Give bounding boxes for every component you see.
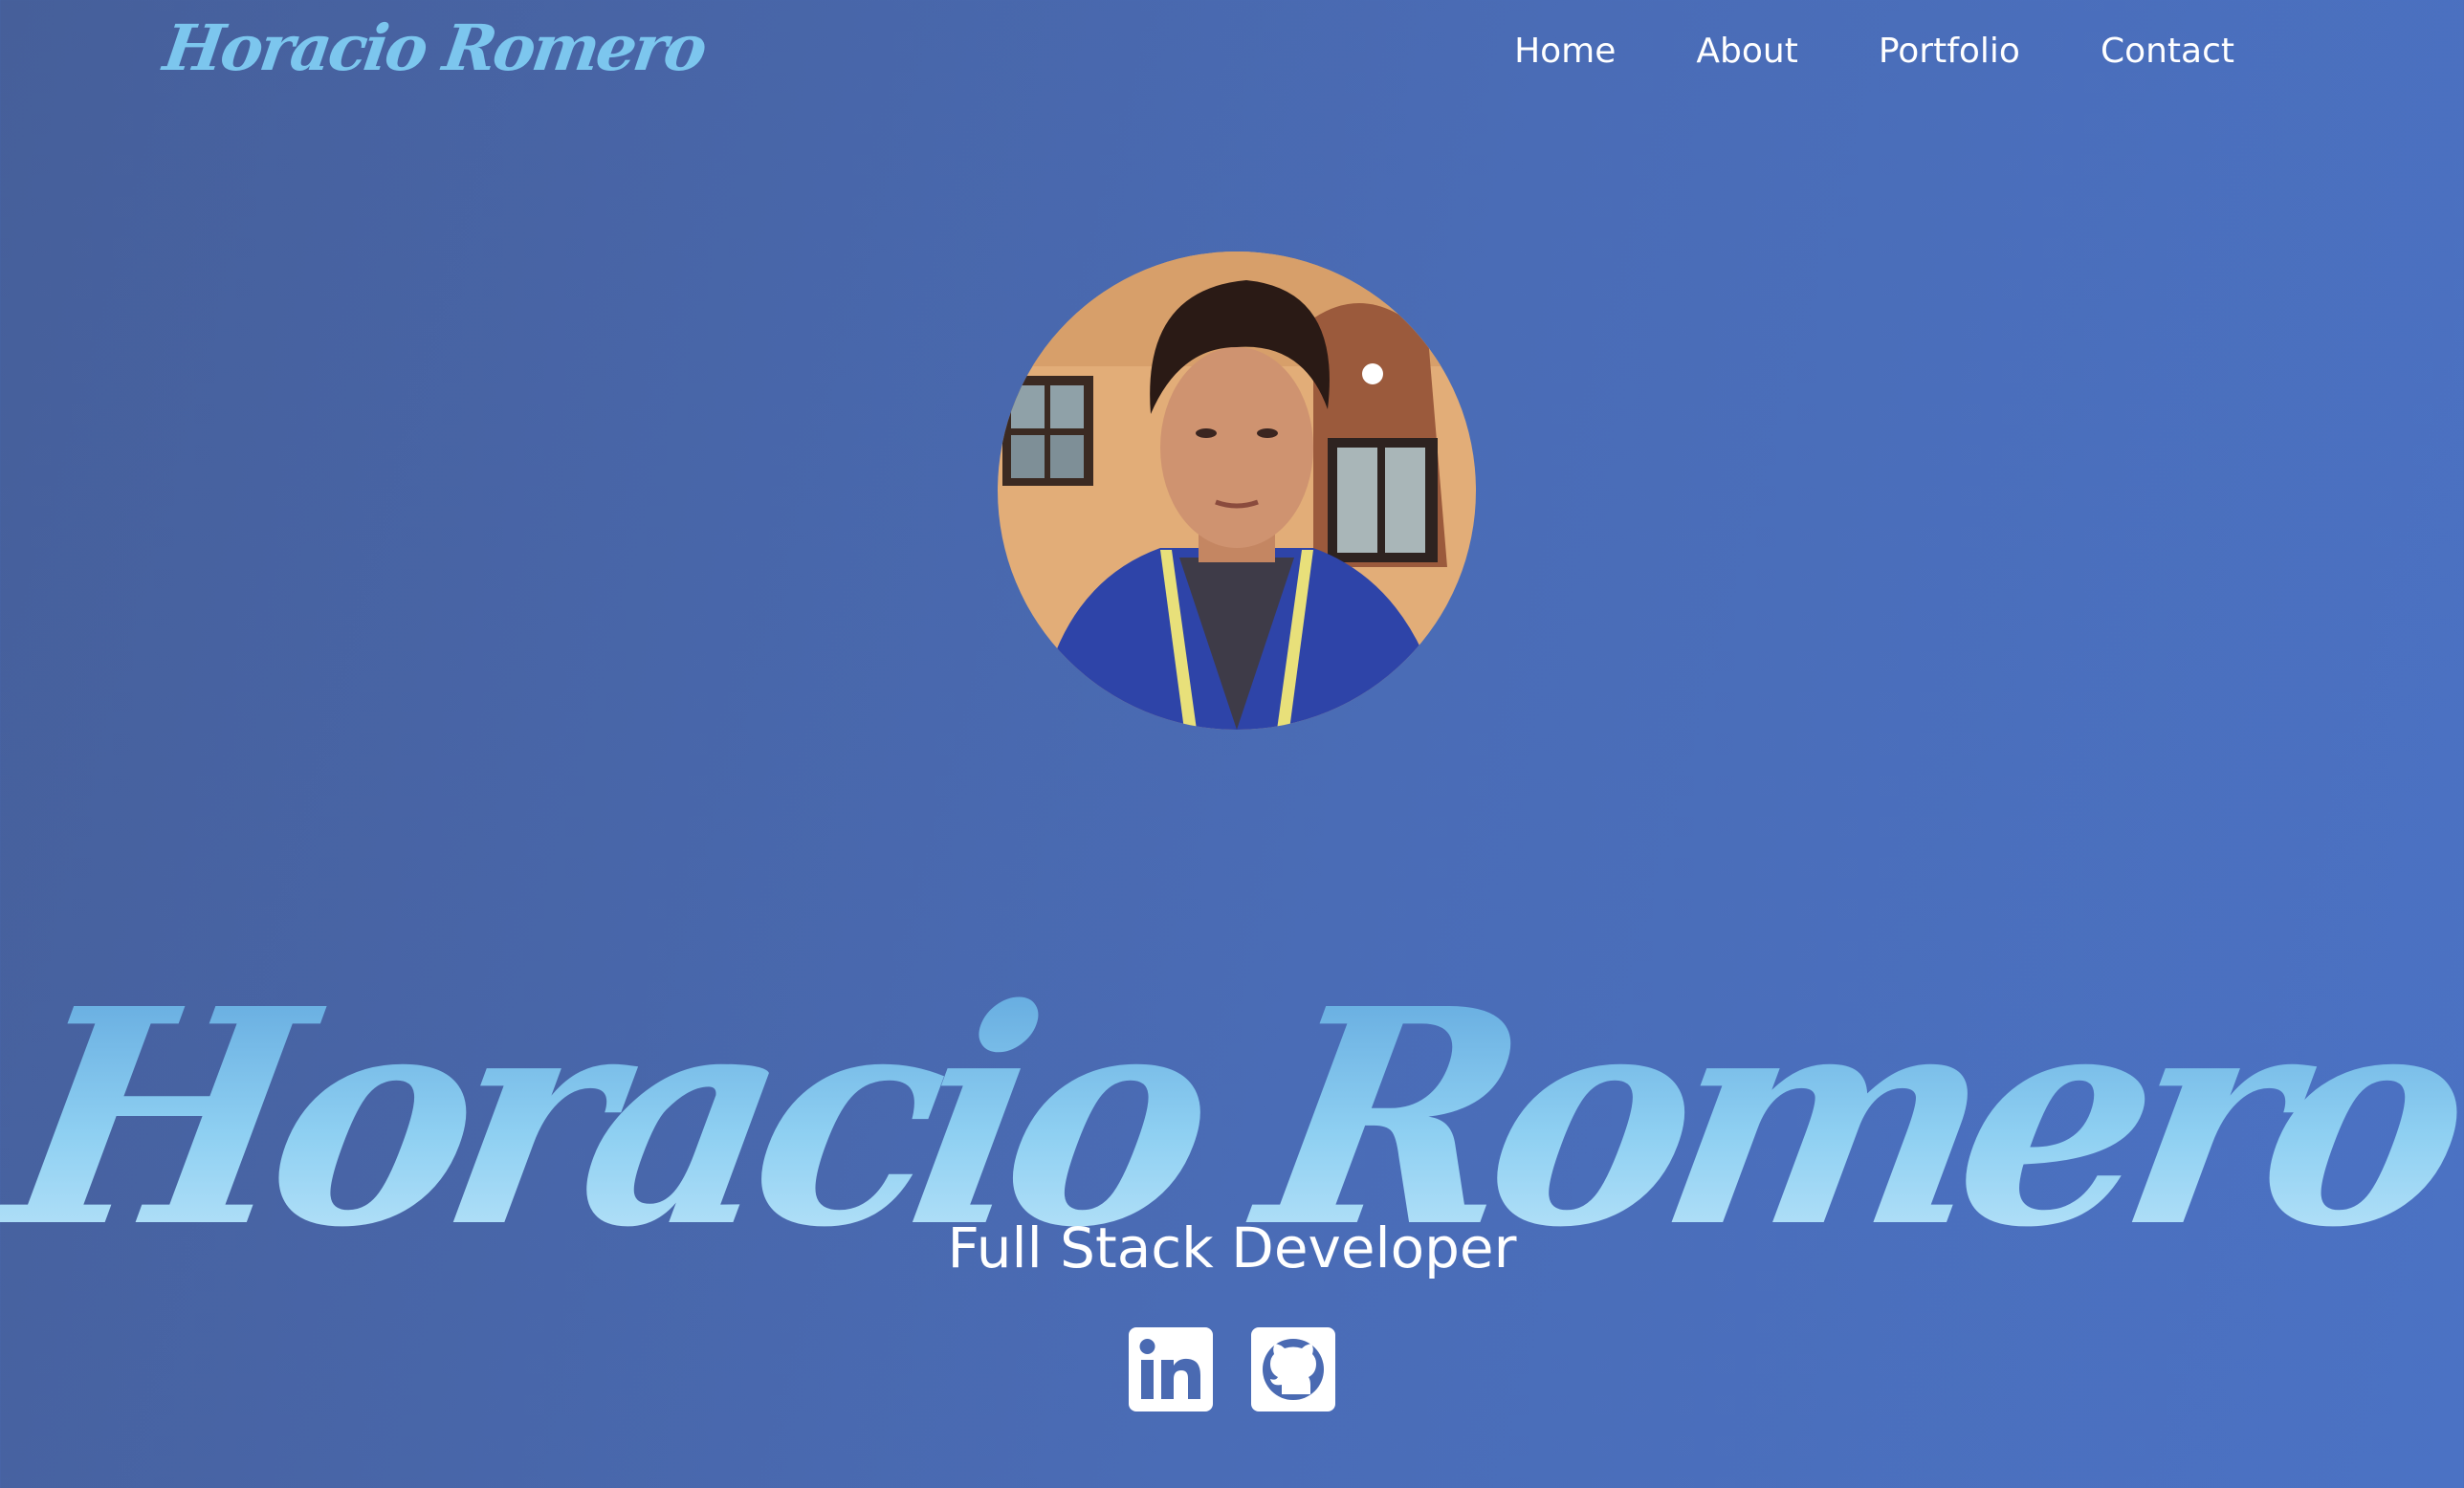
nav-link-portfolio[interactable]: Portfolio (1879, 23, 2020, 80)
main-nav: Home About Portfolio Contact (1514, 23, 2234, 80)
nav-link-home[interactable]: Home (1514, 23, 1616, 80)
github-icon[interactable] (1251, 1327, 1335, 1411)
top-navigation-bar: Horacio Romero Home About Portfolio Cont… (0, 0, 2464, 105)
job-title: Full Stack Developer (947, 1215, 1517, 1280)
brand-logo[interactable]: Horacio Romero (160, 11, 710, 85)
profile-photo (998, 252, 1476, 730)
nav-link-contact[interactable]: Contact (2101, 23, 2234, 80)
social-links (0, 1327, 2464, 1411)
linkedin-icon[interactable] (1129, 1327, 1213, 1411)
nav-link-about[interactable]: About (1696, 23, 1797, 80)
